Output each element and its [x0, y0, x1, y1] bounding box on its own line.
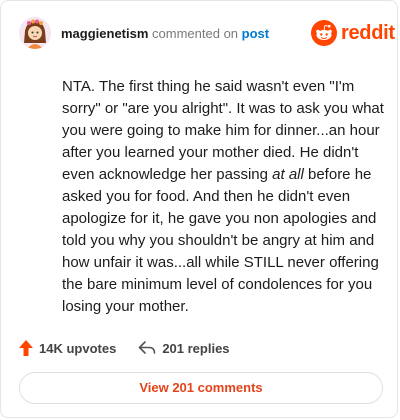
username-link[interactable]: maggienetism: [61, 26, 148, 41]
reddit-wordmark: reddit: [341, 21, 395, 44]
comment-body: NTA. The first thing he said wasn't even…: [62, 76, 392, 318]
replies-button[interactable]: 201 replies: [138, 340, 230, 356]
commented-on-text: commented on: [152, 26, 239, 41]
view-comments-button[interactable]: View 201 comments: [19, 372, 383, 404]
comment-stats: 14K upvotes 201 replies: [19, 338, 230, 358]
comment-text-part-2: before he asked you for food. And then h…: [62, 166, 379, 315]
comment-card: maggienetism commented on post reddit NT…: [0, 0, 398, 418]
comment-header: maggienetism commented on post: [61, 26, 269, 42]
reddit-logo-icon: [311, 20, 337, 46]
comment-emphasis: at all: [272, 166, 304, 183]
reply-count: 201 replies: [162, 340, 230, 356]
reddit-logo[interactable]: reddit: [311, 20, 395, 46]
reply-arrow-icon: [139, 341, 156, 354]
upvote-arrow-icon: [19, 340, 33, 356]
avatar[interactable]: [19, 17, 51, 49]
avatar-illustration-icon: [19, 17, 51, 49]
upvote-count: 14K upvotes: [39, 340, 117, 356]
upvote-button[interactable]: 14K upvotes: [19, 340, 116, 356]
post-link[interactable]: post: [242, 26, 269, 41]
